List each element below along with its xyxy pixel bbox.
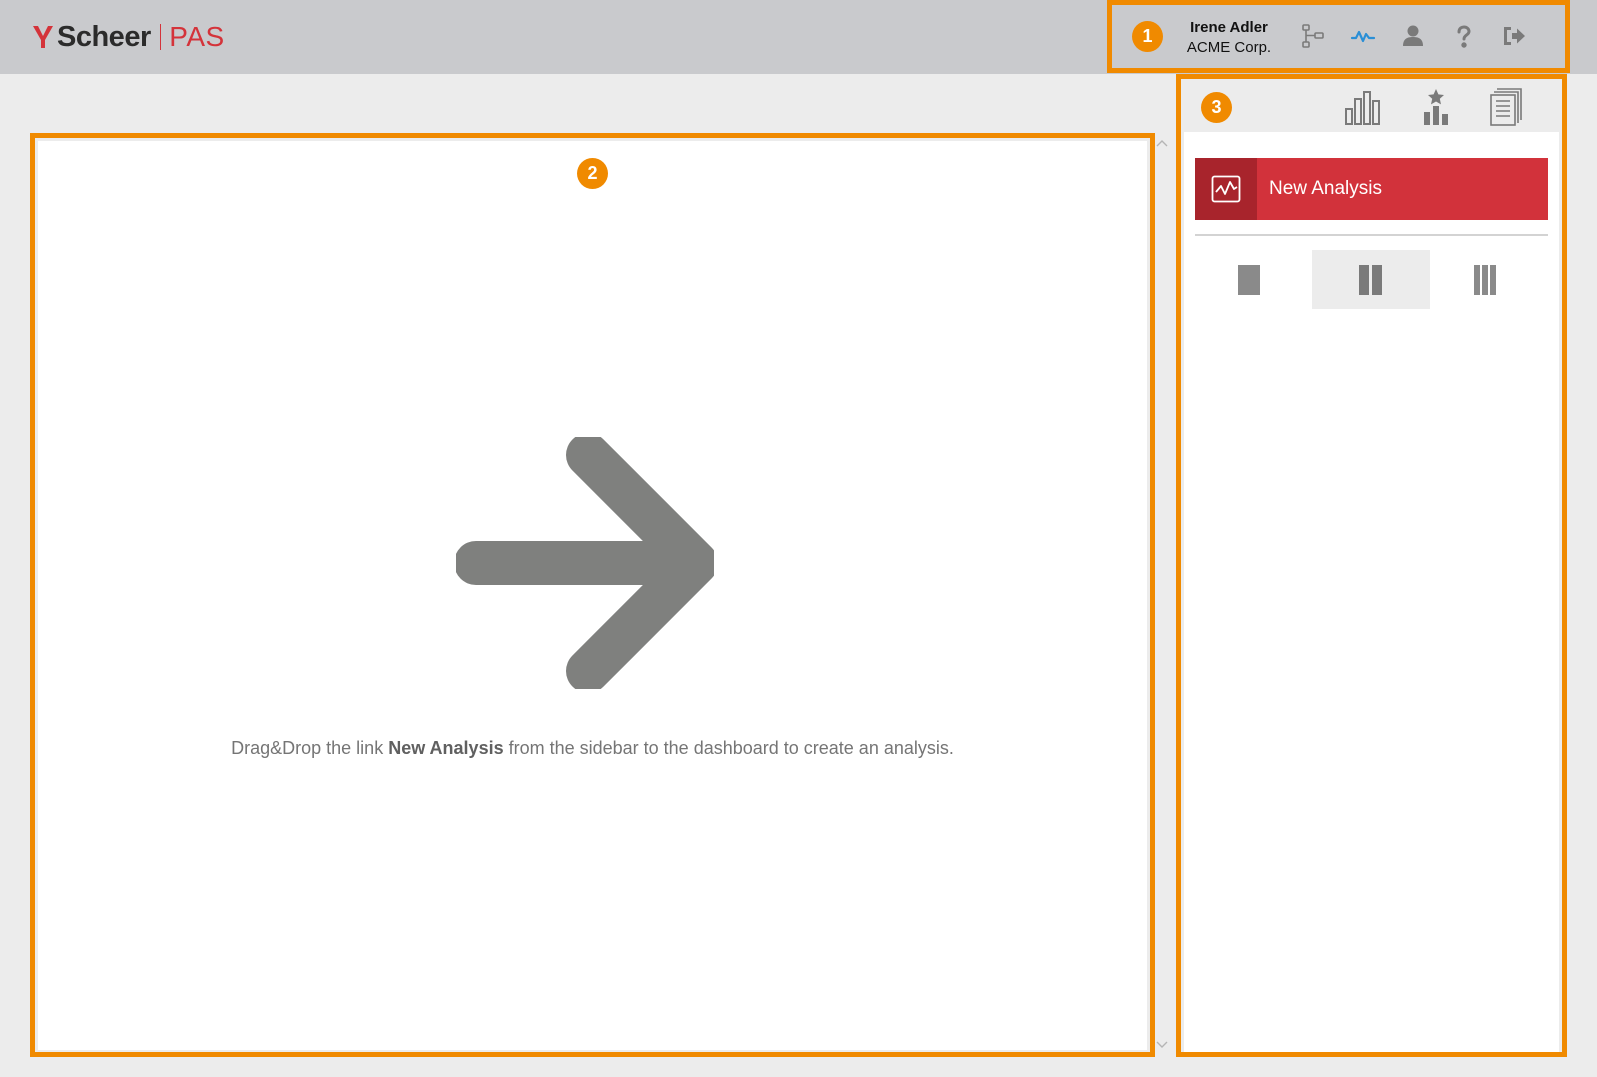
annotation-badge-3: 3 (1201, 92, 1232, 123)
process-model-icon[interactable] (1299, 22, 1327, 50)
highlight-box-dashboard (30, 133, 1155, 1057)
logout-icon[interactable] (1500, 22, 1528, 50)
logo-brand-text: Scheer (57, 21, 151, 53)
scheer-logo-mark-icon (33, 26, 53, 48)
highlight-box-sidebar (1176, 74, 1567, 1057)
user-name: Irene Adler (1190, 19, 1268, 36)
user-company: ACME Corp. (1186, 39, 1272, 56)
scroll-up-icon[interactable] (1152, 133, 1172, 153)
dashboard-scrollbar[interactable] (1152, 133, 1172, 1077)
annotation-badge-2: 2 (577, 158, 608, 189)
user-info: Irene Adler ACME Corp. (1174, 18, 1284, 58)
logo-product-text: PAS (169, 21, 225, 52)
annotation-badge-1: 1 (1132, 21, 1163, 52)
user-icon[interactable] (1399, 22, 1427, 50)
scheer-pas-logo[interactable]: Scheer PAS (32, 20, 225, 54)
scroll-down-icon[interactable] (1152, 1035, 1172, 1055)
logo-separator (159, 24, 162, 50)
help-icon[interactable] (1450, 22, 1478, 50)
activity-icon[interactable] (1349, 22, 1377, 50)
